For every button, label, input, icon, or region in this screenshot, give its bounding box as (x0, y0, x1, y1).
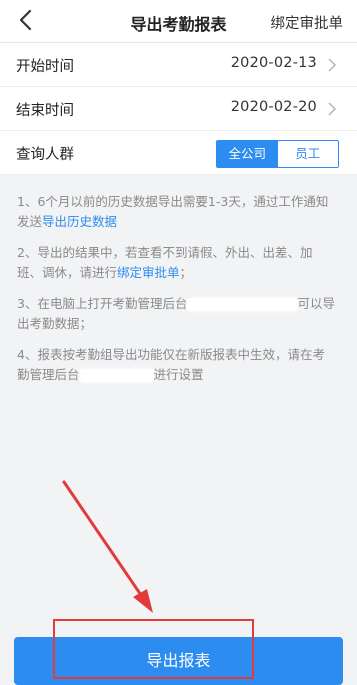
red-highlight-box (53, 619, 254, 679)
start-time-label: 开始时间 (16, 59, 74, 75)
notes-section: 1、6个月以前的历史数据导出需要1-3天，通过工作通知发送导出历史数据 2、导出… (17, 192, 337, 396)
chevron-right-icon (328, 58, 337, 72)
top-bar: 导出考勤报表 绑定审批单 (0, 0, 357, 43)
query-group-label: 查询人群 (16, 147, 74, 163)
bind-approval-inline-link[interactable]: 绑定审批单 (117, 265, 180, 280)
query-group-row: 查询人群 全公司 员工 (0, 131, 357, 175)
start-time-value: 2020-02-13 (230, 55, 317, 71)
end-time-label: 结束时间 (16, 103, 74, 119)
note-1: 1、6个月以前的历史数据导出需要1-3天，通过工作通知发送导出历史数据 (17, 192, 337, 232)
group-segmented-control: 全公司 员工 (216, 140, 339, 168)
end-time-value: 2020-02-20 (230, 99, 317, 115)
note-3-text: 3、在电脑上打开考勤管理后台 (17, 296, 188, 311)
bind-approval-link[interactable]: 绑定审批单 (271, 12, 344, 33)
note-4: 4、报表按考勤组导出功能仅在新版报表中生效，请在考勤管理后台 进行设置 (17, 345, 337, 385)
redacted-area (187, 298, 298, 311)
export-history-link[interactable]: 导出历史数据 (42, 214, 117, 229)
chevron-right-icon (328, 102, 337, 116)
note-3: 3、在电脑上打开考勤管理后台 可以导出考勤数据； (17, 294, 337, 334)
note-2-end: ； (179, 265, 193, 280)
start-time-row[interactable]: 开始时间 2020-02-13 (0, 43, 357, 87)
note-4-end: 进行设置 (153, 367, 204, 382)
segment-employee[interactable]: 员工 (277, 141, 338, 167)
note-2: 2、导出的结果中，若查看不到请假、外出、出差、加班、调休，请进行绑定审批单； (17, 243, 337, 283)
end-time-row[interactable]: 结束时间 2020-02-20 (0, 87, 357, 131)
segment-whole-company[interactable]: 全公司 (217, 141, 278, 167)
redacted-area (79, 369, 154, 382)
